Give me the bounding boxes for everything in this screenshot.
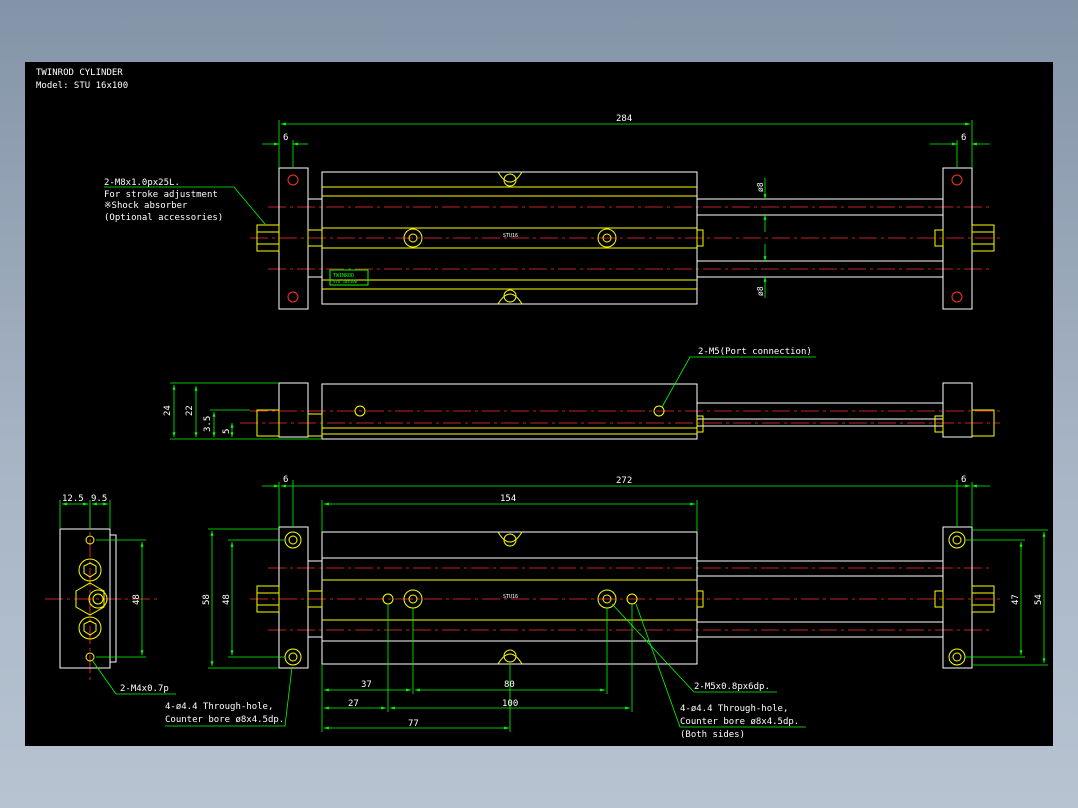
svg-text:STU 16x100: STU 16x100 bbox=[333, 279, 358, 284]
dim-bottom-58: 58 bbox=[202, 594, 212, 605]
dim-end-48: 48 bbox=[132, 594, 142, 605]
bottom-callout-right-a: 2-M5x0.8px6dp. bbox=[694, 682, 770, 692]
drawing-title: TWINROD CYLINDER bbox=[36, 68, 123, 78]
top-right-end-plate bbox=[942, 167, 973, 310]
dim-top-rod-bottom: ø8 bbox=[756, 286, 765, 296]
dim-end-12-5: 12.5 bbox=[62, 494, 84, 504]
top-left-end-plate bbox=[278, 167, 309, 310]
top-body-label: STU16 bbox=[503, 233, 518, 239]
dim-bottom-overall: 272 bbox=[616, 476, 632, 486]
bottom-view-dimensions bbox=[165, 480, 1048, 732]
dim-side-3-5: 3.5 bbox=[203, 416, 213, 432]
cad-drawing-canvas: TWINROD CYLINDER Model: STU 16x100 STU16… bbox=[25, 62, 1053, 746]
side-port-callout: 2-M5(Port connection) bbox=[698, 347, 812, 357]
top-plate-holes bbox=[287, 174, 963, 303]
bottom-callout-left-2: Counter bore ø8x4.5dp. bbox=[165, 715, 284, 725]
side-view: 24 22 3.5 5 2-M5(Port connection) bbox=[163, 347, 1000, 440]
bottom-callout-right-b-2: Counter bore ø8x4.5dp. bbox=[680, 717, 799, 727]
dim-bottom-77: 77 bbox=[408, 719, 419, 729]
svg-text:For stroke adjustment: For stroke adjustment bbox=[104, 190, 218, 200]
dim-bottom-100: 100 bbox=[502, 699, 518, 709]
dim-side-24: 24 bbox=[163, 405, 173, 416]
dim-end-9-5: 9.5 bbox=[91, 494, 107, 504]
bottom-callout-left-1: 4-ø4.4 Through-hole, bbox=[165, 702, 273, 712]
dim-bottom-27: 27 bbox=[348, 699, 359, 709]
dim-top-rod-top: ø8 bbox=[756, 182, 765, 192]
dim-bottom-80: 80 bbox=[504, 680, 515, 690]
svg-text:(Optional accessories): (Optional accessories) bbox=[104, 213, 223, 223]
bottom-callout-right-b-1: 4-ø4.4 Through-hole, bbox=[680, 704, 788, 714]
dim-top-left-plate: 6 bbox=[283, 133, 288, 143]
side-right-end-plate bbox=[942, 382, 973, 438]
dim-bottom-47: 47 bbox=[1011, 594, 1021, 605]
svg-text:※Shock absorber: ※Shock absorber bbox=[104, 201, 188, 211]
side-left-end-plate bbox=[278, 382, 309, 438]
top-callout: 2-M8x1.0px25L. For stroke adjustment ※Sh… bbox=[104, 178, 266, 225]
svg-text:2-M8x1.0px25L.: 2-M8x1.0px25L. bbox=[104, 178, 180, 188]
dim-bottom-54: 54 bbox=[1034, 594, 1044, 605]
dim-bottom-48: 48 bbox=[222, 594, 232, 605]
top-view-dimensions bbox=[262, 120, 990, 298]
bottom-body-label: STU16 bbox=[503, 594, 518, 600]
bottom-callout-right-b-3: (Both sides) bbox=[680, 730, 745, 740]
dim-top-right-plate: 6 bbox=[961, 133, 966, 143]
dim-side-5: 5 bbox=[222, 429, 232, 434]
drawing-svg: TWINROD CYLINDER Model: STU 16x100 STU16… bbox=[36, 68, 1048, 740]
top-view: STU16 TWINROD STU 16x100 284 6 6 ø8 ø8 2… bbox=[104, 114, 1000, 310]
drawing-model: Model: STU 16x100 bbox=[36, 81, 128, 91]
dim-bottom-right-plate: 6 bbox=[961, 475, 966, 485]
top-view-center-lines bbox=[250, 206, 1000, 270]
dim-bottom-154: 154 bbox=[500, 494, 516, 504]
end-view: 12.5 9.5 48 2-M4x0.7p bbox=[45, 494, 176, 695]
side-cylinder-body bbox=[321, 383, 698, 440]
end-view-callout: 2-M4x0.7p bbox=[120, 684, 169, 694]
dim-bottom-left-plate: 6 bbox=[283, 475, 288, 485]
dim-side-22: 22 bbox=[185, 405, 195, 416]
top-nameplate: TWINROD STU 16x100 bbox=[329, 269, 369, 286]
bottom-holes bbox=[256, 531, 995, 666]
dim-top-overall: 284 bbox=[616, 114, 632, 124]
bottom-view: STU16 272 6 6 154 58 48 47 54 37 80 27 1… bbox=[165, 475, 1048, 740]
dim-bottom-37: 37 bbox=[361, 680, 372, 690]
